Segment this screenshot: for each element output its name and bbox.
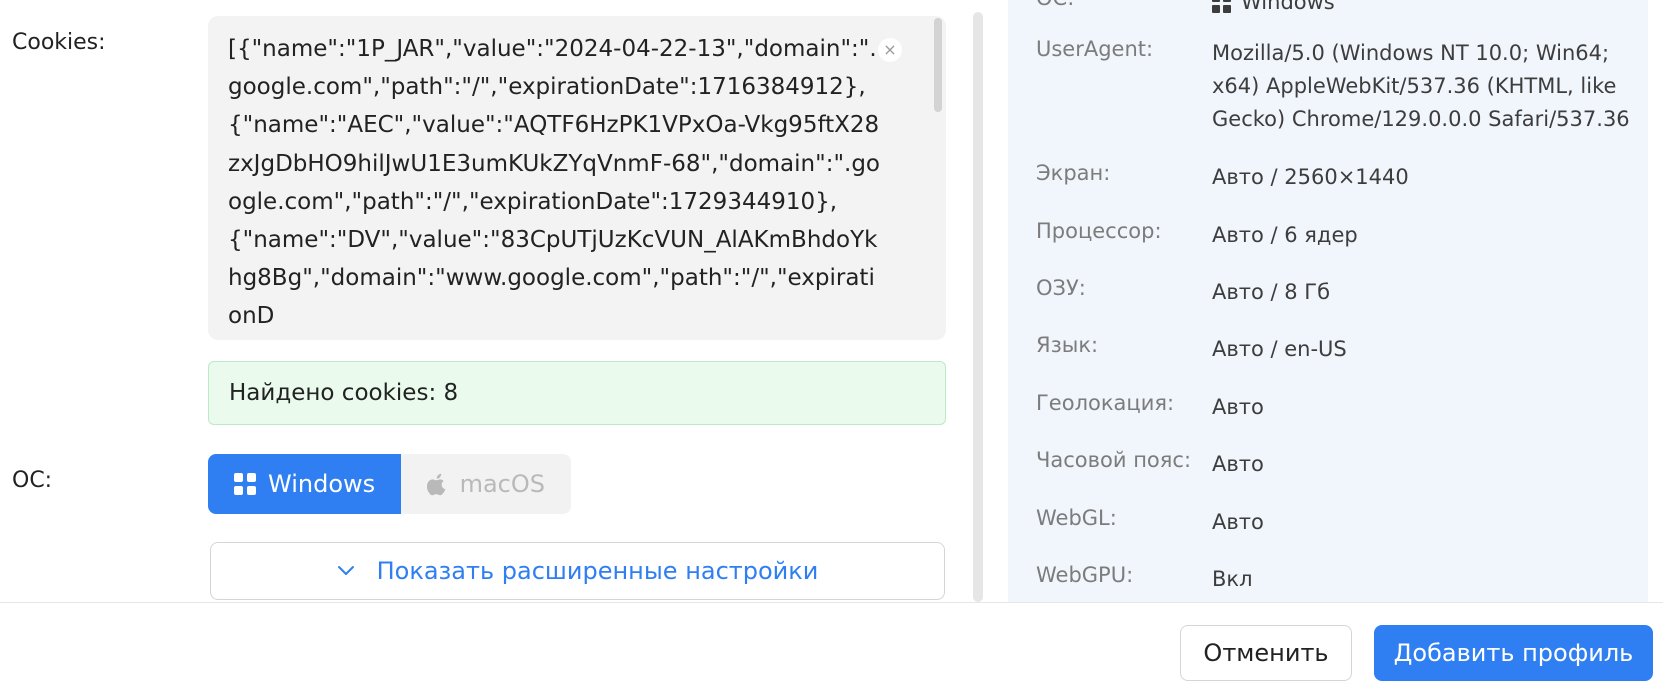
os-label: ОС: [12, 468, 53, 493]
summary-value: Вкл [1212, 567, 1253, 591]
summary-value: Авто [1212, 510, 1264, 534]
os-option-label: Windows [268, 470, 376, 498]
cookies-textarea[interactable]: [{"name":"1P_JAR","value":"2024-04-22-13… [208, 16, 946, 340]
cookies-label: Cookies: [12, 30, 106, 55]
summary-key: Экран: [1036, 161, 1111, 185]
cancel-button[interactable]: Отменить [1180, 625, 1352, 681]
summary-key: ОЗУ: [1036, 276, 1086, 300]
summary-key: UserAgent: [1036, 37, 1154, 61]
summary-key: WebGPU: [1036, 563, 1134, 587]
os-option-macos[interactable]: macOS [401, 454, 571, 514]
summary-key: Часовой пояс: [1036, 448, 1192, 472]
summary-value: Авто [1212, 395, 1264, 419]
chevron-down-icon [337, 566, 354, 575]
windows-icon [234, 473, 256, 495]
dialog-footer: Отменить Добавить профиль [0, 602, 1663, 695]
summary-key: WebGL: [1036, 506, 1117, 530]
cookies-value[interactable]: [{"name":"1P_JAR","value":"2024-04-22-13… [228, 30, 888, 336]
cookies-found-status: Найдено cookies: 8 [208, 361, 946, 425]
profile-summary-panel: ОС: Windows UserAgent: Mozilla/5.0 (Wind… [1008, 0, 1648, 602]
summary-value: Авто / en-US [1212, 337, 1347, 361]
summary-value: Mozilla/5.0 (Windows NT 10.0; Win64; x64… [1212, 41, 1630, 131]
os-selector: Windows macOS [208, 454, 571, 514]
summary-value: Авто [1212, 452, 1264, 476]
summary-key: Язык: [1036, 333, 1099, 357]
cookies-scrollbar[interactable] [934, 18, 942, 112]
apple-icon [427, 473, 446, 496]
os-option-windows[interactable]: Windows [208, 454, 401, 514]
clear-cookies-icon[interactable]: × [878, 38, 902, 62]
summary-value: Авто / 8 Гб [1212, 280, 1331, 304]
show-advanced-settings-label: Показать расширенные настройки [376, 557, 819, 585]
show-advanced-settings-button[interactable]: Показать расширенные настройки [210, 542, 945, 600]
add-profile-button[interactable]: Добавить профиль [1374, 625, 1653, 681]
summary-value: Авто / 2560×1440 [1212, 165, 1409, 189]
add-profile-dialog: Cookies: [{"name":"1P_JAR","value":"2024… [0, 0, 1663, 695]
summary-key: ОС: [1036, 0, 1074, 10]
os-option-label: macOS [459, 470, 545, 498]
summary-key: Геолокация: [1036, 391, 1175, 415]
windows-icon [1212, 0, 1231, 13]
form-scrollbar[interactable] [973, 12, 983, 602]
summary-key: Процессор: [1036, 219, 1162, 243]
summary-value: Windows [1212, 0, 1632, 19]
summary-value: Авто / 6 ядер [1212, 223, 1358, 247]
summary-os-value: Windows [1241, 0, 1335, 14]
